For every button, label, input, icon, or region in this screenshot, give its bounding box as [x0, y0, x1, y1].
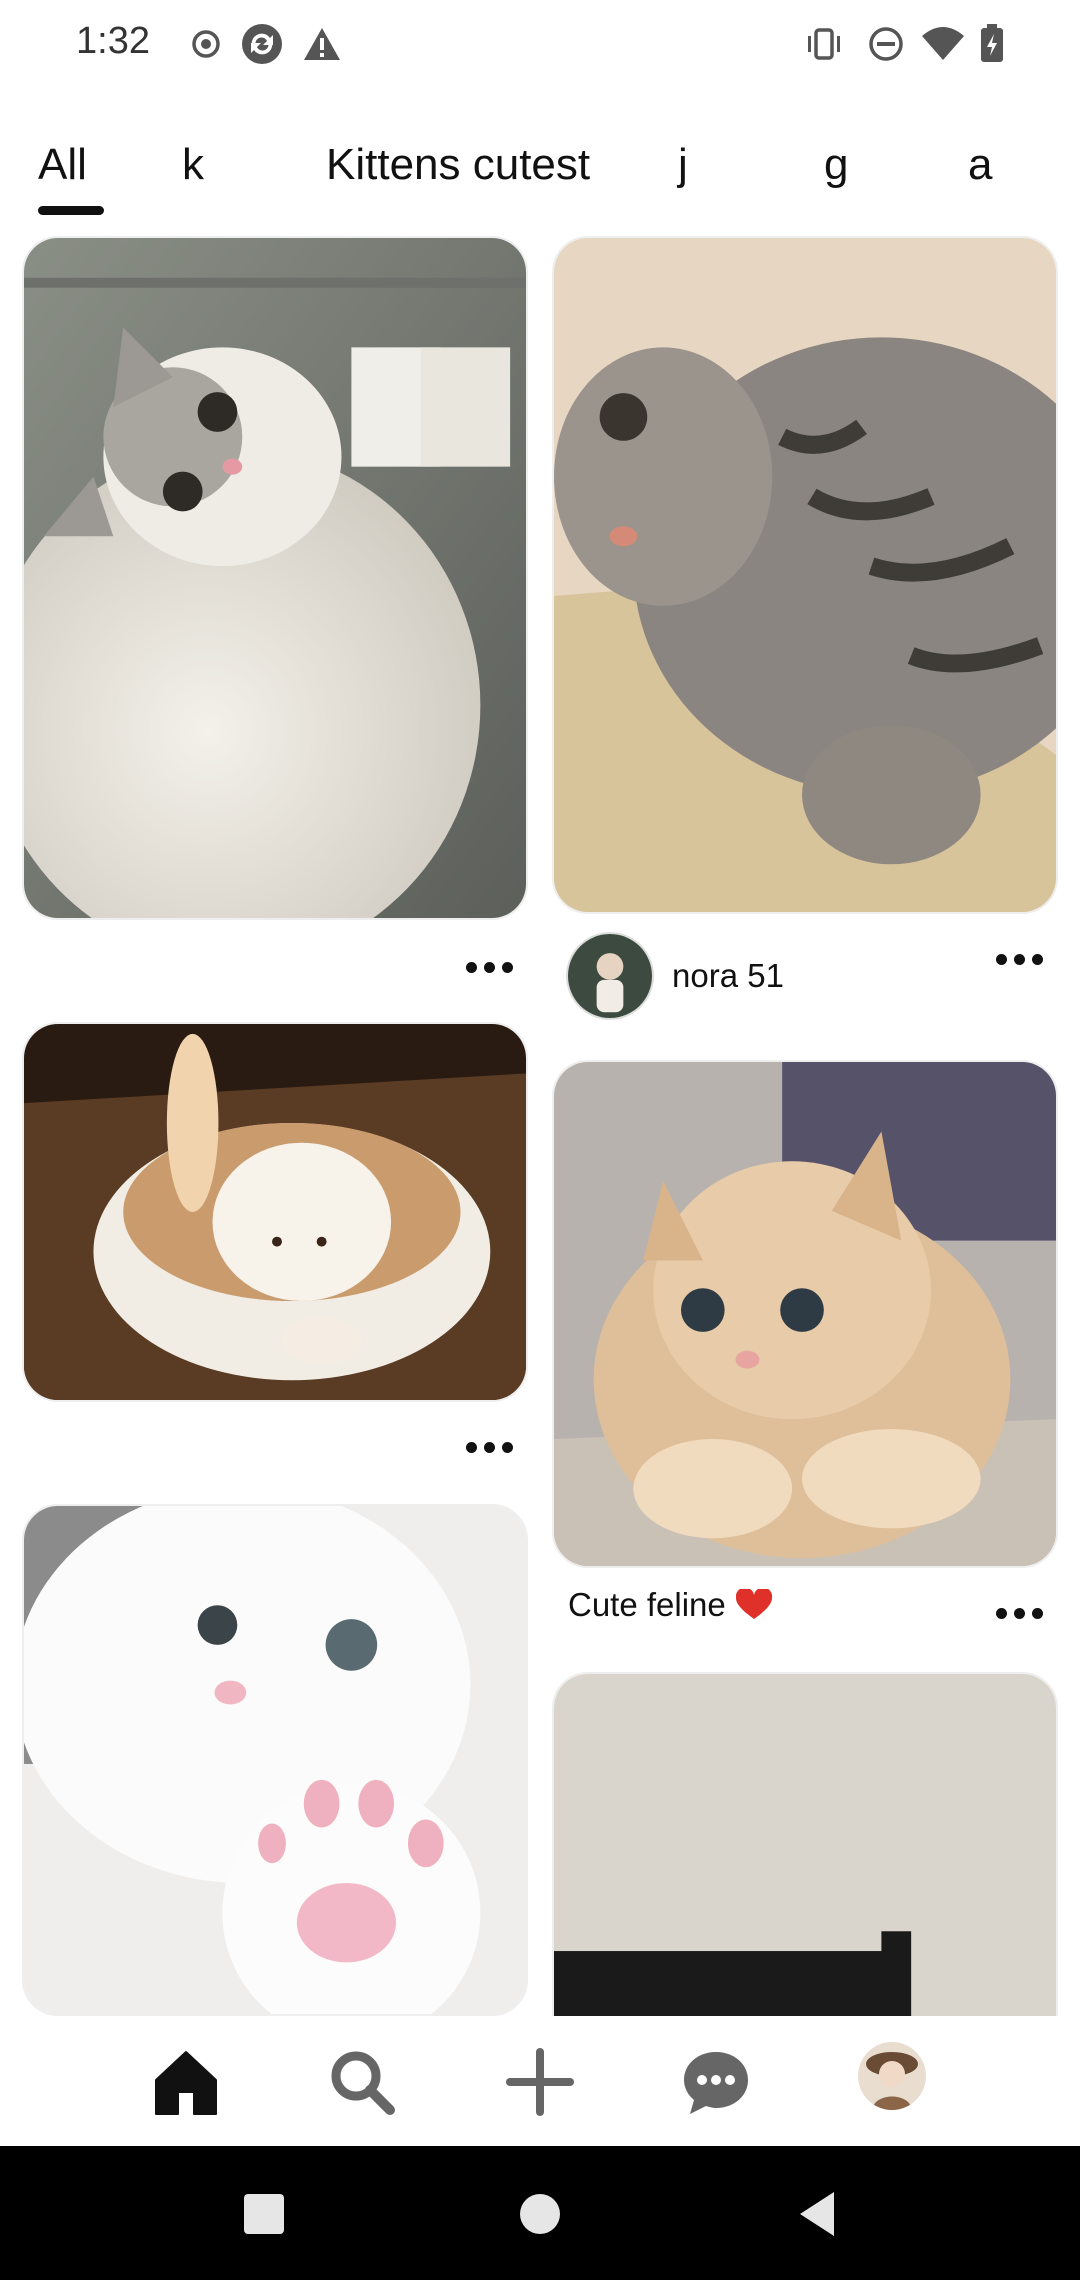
pin-image-white-cat-paw[interactable]	[22, 1504, 528, 2016]
status-bar: 1:32	[0, 0, 1080, 90]
pin-image-orange-kitten[interactable]	[552, 1060, 1058, 1568]
record-icon	[186, 22, 226, 66]
back-button[interactable]	[790, 2186, 846, 2242]
search-icon[interactable]	[326, 2046, 398, 2118]
tab-all[interactable]: All	[38, 140, 87, 190]
tab-j[interactable]: j	[678, 140, 688, 190]
home-icon[interactable]	[150, 2046, 222, 2118]
pin-feed[interactable]: nora 51 Cute feline	[0, 236, 1080, 2016]
tab-k[interactable]: k	[182, 140, 204, 190]
wifi-icon	[920, 22, 966, 66]
chat-icon[interactable]	[680, 2046, 752, 2118]
pin-image-fluffy-cat[interactable]	[22, 236, 528, 920]
caption-text: Cute feline	[568, 1586, 726, 1623]
pin-4-more-options[interactable]	[990, 1598, 1050, 1628]
alert-icon	[302, 22, 342, 66]
pin-image-room-corner[interactable]	[552, 1672, 1058, 2016]
pin-3-more-options[interactable]	[460, 1432, 520, 1462]
red-heart-icon	[735, 1589, 772, 1619]
bottom-navigation	[0, 2016, 1080, 2146]
tab-selected-indicator	[38, 206, 104, 215]
pin-image-tabby-cat[interactable]	[552, 236, 1058, 914]
battery-icon	[978, 22, 1006, 66]
vibrate-icon	[804, 22, 844, 66]
pin-2-more-options[interactable]	[990, 944, 1050, 974]
sync-icon	[240, 22, 284, 66]
status-time: 1:32	[76, 20, 150, 62]
tab-g[interactable]: g	[824, 140, 848, 190]
pin-4-caption: Cute feline	[568, 1586, 772, 1624]
author-name: nora 51	[672, 957, 784, 994]
pin-2-author[interactable]: nora 51	[566, 932, 784, 1020]
tab-kittens-cutest[interactable]: Kittens cutest	[326, 140, 590, 190]
plus-icon[interactable]	[504, 2046, 576, 2118]
recents-button[interactable]	[236, 2186, 292, 2242]
pin-image-latte-art[interactable]	[22, 1022, 528, 1402]
board-tabs: All k Kittens cutest j g a	[0, 140, 1080, 220]
system-navigation-bar	[0, 2146, 1080, 2280]
dnd-icon	[866, 22, 906, 66]
author-avatar-icon	[566, 932, 654, 1020]
tab-a[interactable]: a	[968, 140, 992, 190]
home-button[interactable]	[512, 2186, 568, 2242]
profile-avatar-icon[interactable]	[858, 2042, 926, 2110]
pin-1-more-options[interactable]	[460, 952, 520, 982]
